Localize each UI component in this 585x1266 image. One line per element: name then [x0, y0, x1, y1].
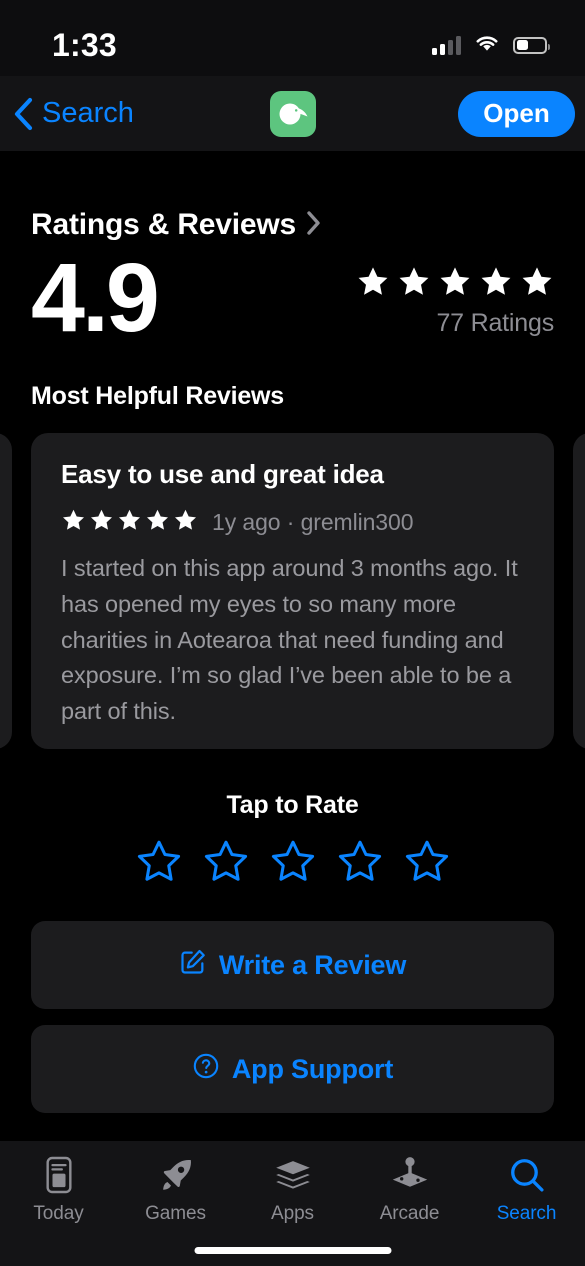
- review-card-previous[interactable]: [0, 433, 12, 750]
- ratings-reviews-header[interactable]: Ratings & Reviews: [0, 152, 585, 242]
- tab-games[interactable]: Games: [117, 1154, 234, 1225]
- review-meta: 1y ago · gremlin300: [61, 508, 524, 537]
- tab-apps[interactable]: Apps: [234, 1154, 351, 1225]
- back-to-search-button[interactable]: Search: [12, 96, 134, 132]
- most-helpful-reviews-heading: Most Helpful Reviews: [31, 382, 284, 411]
- write-a-review-label: Write a Review: [218, 949, 407, 980]
- review-rating-stars: [61, 508, 198, 537]
- tap-to-rate-label: Tap to Rate: [226, 791, 359, 820]
- page-title: Ratings & Reviews: [31, 208, 297, 241]
- tap-to-rate-section: Tap to Rate: [0, 749, 585, 889]
- reviews-carousel[interactable]: Easy to use and great idea 1y ago · grem…: [0, 433, 585, 750]
- star-filled-icon: [397, 265, 431, 303]
- review-title: Easy to use and great idea: [61, 459, 384, 490]
- tab-games-label: Games: [145, 1203, 206, 1224]
- page-content: Ratings & Reviews 4.9 77 Ratings Most He…: [0, 152, 585, 1114]
- review-body: I started on this app around 3 months ag…: [61, 555, 518, 725]
- write-a-review-button[interactable]: Write a Review: [31, 921, 554, 1010]
- home-indicator: [194, 1247, 391, 1254]
- tab-today-label: Today: [33, 1203, 84, 1224]
- tab-arcade-label: Arcade: [379, 1203, 440, 1224]
- rate-star-1[interactable]: [135, 838, 183, 889]
- status-bar-time: 1:33: [52, 26, 117, 63]
- tab-today[interactable]: Today: [0, 1154, 117, 1225]
- action-buttons: Write a Review App Support: [0, 889, 585, 1114]
- review-card[interactable]: Easy to use and great idea 1y ago · grem…: [31, 433, 554, 750]
- star-filled-icon: [173, 508, 198, 537]
- review-card-next[interactable]: [573, 433, 585, 750]
- navigation-bar: Search Open: [0, 76, 585, 152]
- rating-summary: 4.9 77 Ratings: [0, 242, 585, 352]
- tab-apps-label: Apps: [271, 1203, 314, 1224]
- tab-bar: Today Games Apps Arcade Search: [0, 1140, 585, 1266]
- cellular-bars-icon: [432, 35, 461, 55]
- rating-aggregate: 77 Ratings: [356, 265, 554, 344]
- rate-star-4[interactable]: [336, 838, 384, 889]
- average-rating-stars: [356, 265, 554, 303]
- average-rating-score: 4.9: [31, 243, 160, 352]
- question-mark-circle-icon: [192, 1052, 220, 1087]
- review-date-author: 1y ago · gremlin300: [212, 509, 414, 536]
- back-button-label: Search: [42, 97, 134, 129]
- tab-search[interactable]: Search: [468, 1154, 585, 1225]
- status-bar-indicators: [432, 33, 550, 58]
- rocket-icon: [157, 1154, 195, 1196]
- star-filled-icon: [520, 265, 554, 303]
- open-button[interactable]: Open: [458, 90, 575, 137]
- star-filled-icon: [356, 265, 390, 303]
- star-filled-icon: [117, 508, 142, 537]
- today-doc-icon: [42, 1154, 76, 1196]
- tab-search-label: Search: [496, 1203, 557, 1224]
- star-filled-icon: [89, 508, 114, 537]
- app-store-product-page: 1:33 Search Open Ratings & Reviews 4.9 7…: [0, 0, 585, 1266]
- status-bar: 1:33: [0, 0, 585, 76]
- star-filled-icon: [61, 508, 86, 537]
- app-support-label: App Support: [231, 1053, 394, 1084]
- app-support-button[interactable]: App Support: [31, 1025, 554, 1114]
- wifi-icon: [473, 33, 501, 58]
- star-filled-icon: [479, 265, 513, 303]
- kiwi-app-icon[interactable]: [270, 91, 316, 137]
- tab-arcade[interactable]: Arcade: [351, 1154, 468, 1225]
- ratings-count-label: 77 Ratings: [436, 309, 554, 338]
- star-filled-icon: [438, 265, 472, 303]
- star-filled-icon: [145, 508, 170, 537]
- joystick-icon: [390, 1154, 430, 1196]
- rate-star-5[interactable]: [403, 838, 451, 889]
- rate-star-3[interactable]: [269, 838, 317, 889]
- square-and-pencil-icon: [179, 948, 207, 983]
- chevron-right-icon: [306, 210, 322, 241]
- chevron-left-icon: [12, 96, 34, 132]
- magnifier-icon: [508, 1154, 546, 1196]
- stacked-layers-icon: [274, 1154, 312, 1196]
- tap-to-rate-stars[interactable]: [0, 838, 585, 889]
- battery-icon: [513, 36, 550, 54]
- rate-star-2[interactable]: [202, 838, 250, 889]
